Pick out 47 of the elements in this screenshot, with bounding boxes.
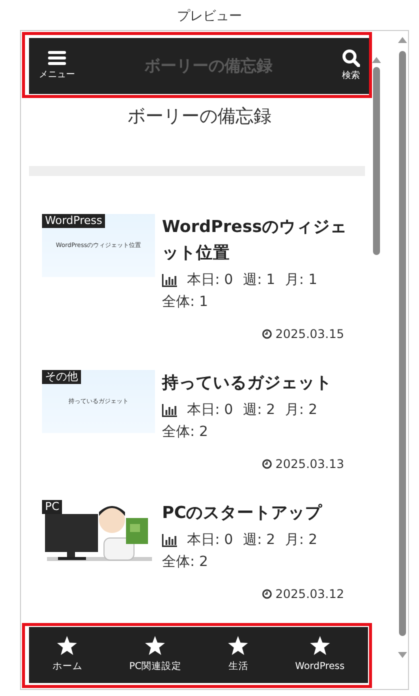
view-count: 本日: 0 (187, 271, 234, 290)
view-count: 本日: 0 (187, 531, 234, 550)
view-count: 月: 2 (285, 531, 318, 550)
nav-button[interactable]: ホーム (48, 636, 86, 674)
view-count: 全体: 2 (162, 553, 208, 572)
post-date: 2025.03.13 (275, 456, 344, 473)
category-label: WordPress (42, 214, 106, 228)
scroll-up-icon[interactable] (398, 37, 407, 43)
scroll-up-icon[interactable] (372, 57, 381, 63)
menu-icon (48, 50, 66, 66)
category-label: その他 (42, 370, 81, 384)
view-count: 月: 1 (285, 271, 318, 290)
header-title: ボーリーの備忘録 (144, 55, 273, 77)
site-title: ボーリーの備忘録 (126, 106, 273, 129)
bar-chart-icon (162, 404, 177, 416)
view-count: 月: 2 (285, 401, 318, 420)
star-icon (228, 636, 248, 655)
post-title[interactable]: WordPressのウィジェット位置 (162, 214, 370, 266)
scroll-down-icon[interactable] (398, 652, 407, 658)
search-button[interactable]: 検索 (342, 48, 360, 84)
view-count: 週: 2 (243, 401, 276, 420)
scrollbar-thumb[interactable] (372, 67, 380, 255)
bar-chart-icon (162, 534, 177, 546)
view-count: 本日: 0 (187, 401, 234, 420)
bar-chart-icon (162, 274, 177, 286)
star-icon (145, 636, 166, 655)
post-title[interactable]: PCのスタートアップ (162, 500, 370, 526)
view-count: 全体: 1 (162, 293, 208, 312)
nav-button[interactable]: 生活 (224, 636, 252, 674)
nav-button[interactable]: PC関連設定 (125, 636, 186, 674)
star-icon (310, 636, 330, 655)
clock-icon (262, 329, 272, 339)
post-date: 2025.03.12 (275, 586, 344, 603)
panel-title: プレビュー (176, 8, 243, 26)
nav-button[interactable]: WordPress (291, 636, 349, 674)
view-count: 週: 2 (243, 531, 276, 550)
post-title[interactable]: 持っているガジェット (162, 370, 370, 396)
search-icon (342, 48, 360, 67)
scrollbar-thumb[interactable] (398, 51, 406, 636)
post-date: 2025.03.15 (275, 326, 344, 343)
star-icon (57, 636, 78, 655)
view-count: 週: 1 (243, 271, 276, 290)
view-count: 全体: 2 (162, 423, 208, 442)
clock-icon (262, 459, 272, 469)
menu-button[interactable]: メニュー (39, 50, 75, 82)
clock-icon (262, 589, 272, 599)
category-label: PC (42, 500, 62, 514)
